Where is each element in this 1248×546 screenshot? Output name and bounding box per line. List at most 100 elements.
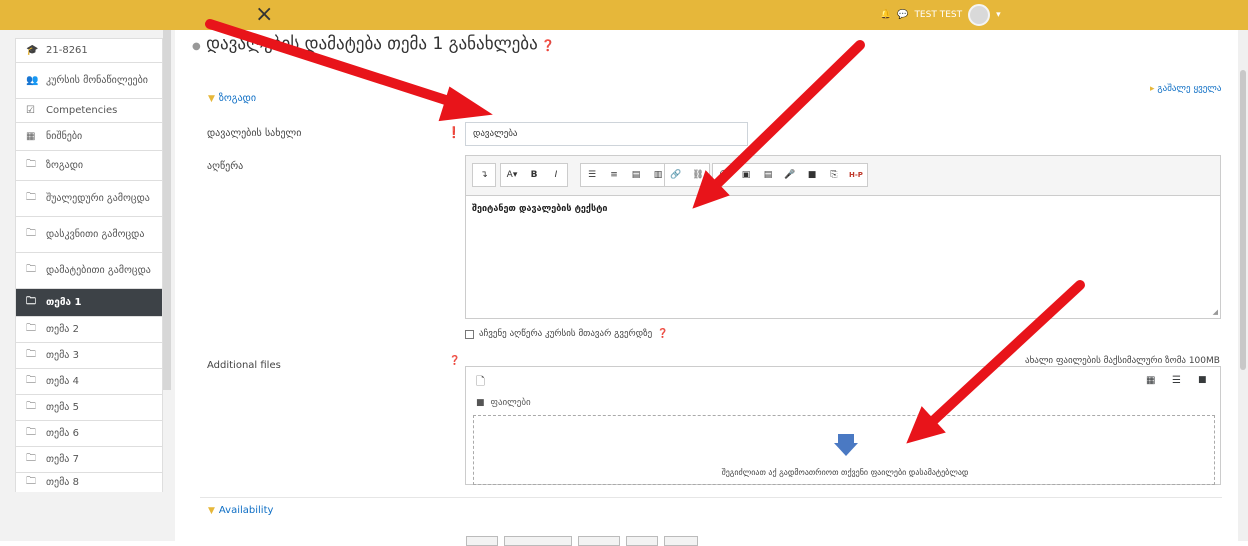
chevron-down-icon[interactable]: ▾ <box>996 10 1001 20</box>
name-label: დავალების სახელი <box>207 128 302 139</box>
user-menu[interactable]: 🔔 💬 TEST TEST ▾ <box>880 4 1001 26</box>
help-icon[interactable]: ❓ <box>449 356 460 366</box>
sidebar-item[interactable]: 🗀 თემა 6 <box>15 420 163 446</box>
list-view-icon[interactable]: ☰ <box>1172 375 1181 386</box>
max-file-size: ახალი ფაილების მაქსიმალური ზომა 100MB <box>1025 356 1220 366</box>
folder-icon: 🗀 <box>26 427 36 438</box>
assignment-name-input[interactable]: დავალება <box>465 122 748 146</box>
sidebar-item-label: Competencies <box>46 105 118 116</box>
sidebar-item[interactable]: 🗀 თემა 1 <box>15 288 163 316</box>
sidebar-item-label: თემა 8 <box>46 477 79 488</box>
date-selector[interactable] <box>578 536 620 546</box>
avatar[interactable] <box>968 4 991 26</box>
bell-icon[interactable]: 🔔 <box>880 10 891 20</box>
sidebar-item[interactable]: ▦ ნიშნები <box>15 122 163 150</box>
page-title: ● დავალების დამატება თემა 1 განახლება ❓ <box>192 34 555 54</box>
record-video-button[interactable]: ■ <box>801 164 823 186</box>
sidebar-item-label: თემა 1 <box>46 297 82 308</box>
sidebar-item[interactable]: 🗀 დამატებითი გამოცდა <box>15 252 163 288</box>
show-description-checkbox[interactable]: აჩვენე აღწერა კურსის მთავარ გვერდზე ❓ <box>465 329 668 339</box>
emoji-button[interactable]: ☺ <box>713 164 735 186</box>
sidebar-item-label: კურსის მონაწილეები <box>46 75 148 86</box>
top-navbar: × 🔔 💬 TEST TEST ▾ <box>0 0 1248 30</box>
checkbox-icon: ☑ <box>26 105 35 116</box>
sidebar-item-label: ნიშნები <box>46 131 83 142</box>
folder-icon: 🗀 <box>26 264 36 275</box>
sidebar-item[interactable]: 🗀 ზოგადი <box>15 150 163 180</box>
numbered-list-button[interactable]: ≡ <box>603 164 625 186</box>
additional-files-label: Additional files <box>207 360 281 371</box>
page-scrollbar[interactable] <box>1238 30 1248 541</box>
editor-content[interactable]: შეიტანეთ დავალების ტექსტი <box>472 204 607 214</box>
sidebar-scrollbar[interactable] <box>163 30 171 390</box>
folder-icon: 🗀 <box>26 228 36 239</box>
folder-path[interactable]: ■ ფაილები <box>476 398 531 408</box>
sidebar-item-label: თემა 2 <box>46 324 79 335</box>
section-availability-toggle[interactable]: ▼ Availability <box>208 505 273 516</box>
date-selector[interactable] <box>626 536 658 546</box>
description-label: აღწერა <box>207 161 244 172</box>
sidebar-item[interactable]: 🗀 თემა 3 <box>15 342 163 368</box>
paragraph-style-button[interactable]: A▾ <box>501 164 523 186</box>
sidebar-item[interactable]: 👥 კურსის მონაწილეები <box>15 62 163 98</box>
sidebar-item[interactable]: 🎓 21-8261 <box>15 38 163 62</box>
section-general-toggle[interactable]: ▼ ზოგადი <box>208 93 256 104</box>
sidebar-item[interactable]: 🗀 თემა 8 <box>15 472 163 492</box>
indent-button[interactable]: ▤ <box>625 164 647 186</box>
editor-toolbar: ↴ A▾ B I ☰ ≡ ▤ ▥ 🔗 ⛓ ☺ ▣ ▤ 🎤 ■ ⎘ H-P <box>466 156 1220 196</box>
add-file-icon[interactable]: 🗋 <box>476 373 485 392</box>
folder-icon: 🗀 <box>26 159 36 170</box>
bold-button[interactable]: B <box>523 164 545 186</box>
media-button[interactable]: ▤ <box>757 164 779 186</box>
grid-view-icon[interactable]: ▦ <box>1146 375 1155 386</box>
activity-icon: ● <box>192 41 201 52</box>
file-dropzone[interactable]: შეგიძლიათ აქ გადმოათრიოთ თქვენი ფაილები … <box>473 415 1215 485</box>
date-selector[interactable] <box>504 536 572 546</box>
sidebar-item-label: თემა 4 <box>46 376 79 387</box>
sidebar-item-label: 21-8261 <box>46 45 88 56</box>
image-button[interactable]: ▣ <box>735 164 757 186</box>
bullet-list-button[interactable]: ☰ <box>581 164 603 186</box>
sidebar-item-label: თემა 6 <box>46 428 79 439</box>
sidebar-item[interactable]: ☑ Competencies <box>15 98 163 122</box>
sidebar-item[interactable]: 🗀 შუალედური გამოცდა <box>15 180 163 216</box>
help-icon[interactable]: ❓ <box>657 329 668 339</box>
sidebar-item-label: თემა 3 <box>46 350 79 361</box>
dropzone-text: შეგიძლიათ აქ გადმოათრიოთ თქვენი ფაილები … <box>721 468 969 477</box>
filemanager: 🗋 ▦ ☰ ■ ■ ფაილები შეგიძლიათ აქ გადმოათრი… <box>465 366 1221 485</box>
course-sidebar: 🎓 21-8261 👥 კურსის მონაწილეები ☑ Competencies… <box>0 30 175 541</box>
sidebar-item[interactable]: 🗀 თემა 7 <box>15 446 163 472</box>
resize-handle-icon[interactable]: ◢ <box>1213 308 1218 316</box>
sidebar-item[interactable]: 🗀 თემა 5 <box>15 394 163 420</box>
table-icon: ▦ <box>26 131 36 142</box>
description-editor[interactable]: ↴ A▾ B I ☰ ≡ ▤ ▥ 🔗 ⛓ ☺ ▣ ▤ 🎤 ■ ⎘ H-P შეი… <box>465 155 1221 319</box>
folder-icon: 🗀 <box>26 192 36 203</box>
annotation-arrowhead <box>438 86 493 122</box>
date-selector[interactable] <box>466 536 498 546</box>
chat-icon[interactable]: 💬 <box>897 10 908 20</box>
sidebar-item-label: ზოგადი <box>46 160 84 171</box>
checkbox[interactable] <box>465 329 474 339</box>
unlink-button[interactable]: ⛓ <box>687 164 709 186</box>
sidebar-item[interactable]: 🗀 დასკვნითი გამოცდა <box>15 216 163 252</box>
italic-button[interactable]: I <box>545 164 567 186</box>
link-button[interactable]: 🔗 <box>665 164 687 186</box>
folder-icon: ■ <box>476 398 485 408</box>
collapse-toolbar-button[interactable]: ↴ <box>473 164 495 186</box>
expand-all-link[interactable]: ▸ გაშალე ყველა <box>1150 84 1221 94</box>
date-selector[interactable] <box>664 536 698 546</box>
close-drawer-icon[interactable]: × <box>255 1 273 29</box>
sidebar-item-label: შუალედური გამოცდა <box>46 193 150 204</box>
h5p-button[interactable]: H-P <box>845 164 867 186</box>
folder-icon: 🗀 <box>26 375 36 386</box>
download-arrow-icon <box>834 434 858 456</box>
user-name[interactable]: TEST TEST <box>914 10 962 20</box>
tree-view-icon[interactable]: ■ <box>1198 375 1207 385</box>
help-icon[interactable]: ❓ <box>538 39 555 52</box>
folder-icon: 🗀 <box>26 323 36 334</box>
sidebar-item[interactable]: 🗀 თემა 2 <box>15 316 163 342</box>
sidebar-item[interactable]: 🗀 თემა 4 <box>15 368 163 394</box>
manage-files-button[interactable]: ⎘ <box>823 164 845 186</box>
record-audio-button[interactable]: 🎤 <box>779 164 801 186</box>
sidebar-item-label: დასკვნითი გამოცდა <box>46 229 145 240</box>
